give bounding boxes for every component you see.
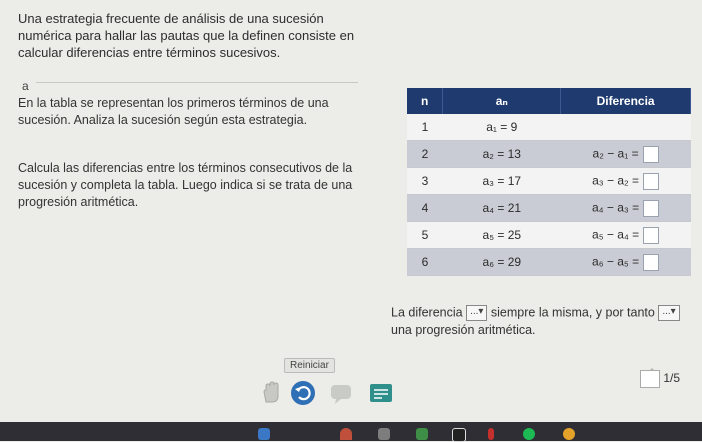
cell-term: a₂ = 13	[442, 140, 561, 168]
answer-box[interactable]	[643, 172, 660, 190]
section-marker: a	[22, 79, 29, 93]
diff-label: a₅ − a₄ =	[592, 227, 640, 242]
diff-label: a₆ − a₅ =	[592, 254, 640, 269]
taskbar-app-icon[interactable]	[416, 428, 428, 440]
cell-n: 3	[407, 167, 443, 195]
diff-label: a₄ − a₃ =	[592, 200, 640, 215]
answer-sentence: La diferencia ...▾ siempre la misma, y p…	[391, 305, 680, 321]
answer-box[interactable]	[643, 226, 660, 244]
divider	[36, 82, 358, 83]
intro-text: Una estrategia frecuente de análisis de …	[18, 11, 355, 60]
cell-n: 1	[407, 114, 443, 141]
table-row: 6 a₆ = 29 a₆ − a₅ =	[407, 248, 691, 276]
cell-n: 6	[407, 248, 443, 276]
taskbar-app-icon[interactable]	[340, 428, 352, 440]
cell-diff: a₆ − a₅ =	[560, 248, 691, 276]
comment-icon[interactable]	[328, 380, 354, 406]
answer-box[interactable]	[642, 145, 659, 163]
paragraph-instructions: En la tabla se representan los primeros …	[18, 96, 329, 127]
paragraph-task: Calcula las diferencias entre los términ…	[18, 161, 353, 209]
cell-term: a₆ = 29	[442, 248, 561, 276]
page-indicator[interactable]	[640, 370, 660, 388]
dropdown-diferencia[interactable]: ...▾	[466, 305, 488, 321]
header-diferencia: Diferencia	[560, 88, 691, 114]
cell-diff: a₂ − a₁ =	[560, 140, 691, 168]
checklist-icon[interactable]	[368, 380, 394, 406]
header-an: aₙ	[442, 88, 562, 114]
cell-diff	[560, 114, 691, 141]
table-row: 4 a₄ = 21 a₄ − a₃ =	[407, 194, 691, 222]
cell-n: 2	[407, 140, 443, 168]
sentence-part1: La diferencia	[391, 305, 463, 320]
diff-label: a₂ − a₁ =	[592, 146, 639, 161]
cell-diff: a₃ − a₂ =	[560, 167, 691, 195]
cell-term: a₄ = 21	[442, 194, 561, 222]
table-row: 2 a₂ = 13 a₂ − a₁ =	[407, 140, 691, 168]
sentence-part3: una progresión aritmética.	[391, 323, 536, 337]
taskbar-app-icon[interactable]	[523, 428, 535, 440]
answer-box[interactable]	[643, 253, 660, 271]
cell-term: a₅ = 25	[442, 221, 561, 249]
header-n: n	[407, 88, 444, 114]
cell-n: 4	[407, 194, 443, 222]
pagination: 1/5	[640, 370, 680, 388]
cell-n: 5	[407, 221, 443, 249]
cell-term: a₃ = 17	[442, 167, 561, 195]
hand-icon[interactable]	[258, 380, 284, 406]
cell-diff: a₄ − a₃ =	[560, 194, 691, 222]
taskbar-app-icon[interactable]	[488, 428, 494, 440]
taskbar-app-icon[interactable]	[378, 428, 390, 440]
diff-label: a₃ − a₂ =	[592, 173, 640, 188]
table-row: 3 a₃ = 17 a₃ − a₂ =	[407, 167, 691, 195]
cell-term: a₁ = 9	[442, 114, 561, 141]
reset-button[interactable]: Reiniciar	[284, 358, 335, 373]
undo-icon[interactable]	[290, 380, 316, 406]
sentence-part2: siempre la misma, y por tanto	[490, 305, 655, 320]
table-row: 5 a₅ = 25 a₅ − a₄ =	[407, 221, 691, 249]
cell-diff: a₅ − a₄ =	[560, 221, 691, 249]
sequence-table: n aₙ Diferencia 1 a₁ = 9 2 a₂ = 13 a₂ − …	[407, 88, 691, 276]
answer-box[interactable]	[643, 199, 660, 217]
taskbar-app-icon[interactable]	[563, 428, 575, 440]
taskbar-app-icon[interactable]	[258, 428, 270, 440]
page-total: /5	[670, 371, 681, 386]
taskbar-app-icon[interactable]	[452, 428, 466, 442]
dropdown-conclusion[interactable]: ...▾	[658, 305, 680, 321]
table-row: 1 a₁ = 9	[407, 114, 691, 141]
